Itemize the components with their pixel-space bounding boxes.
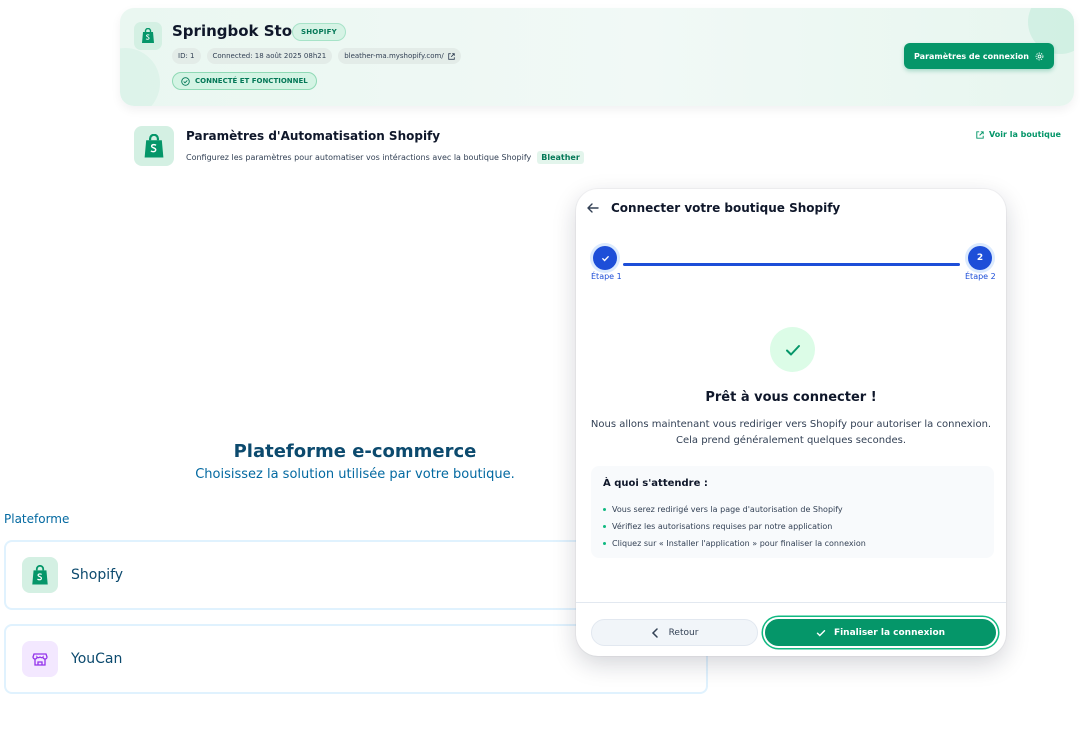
ready-title: Prêt à vous connecter ! <box>705 390 877 405</box>
check-icon <box>816 629 826 636</box>
storefront-icon <box>22 641 58 677</box>
shopify-bag-icon <box>134 22 162 50</box>
finish-connection-label: Finaliser la connexion <box>833 627 946 638</box>
list-item-text: Cliquez sur « Installer l'application » … <box>612 539 866 548</box>
view-shop-link[interactable]: Voir la boutique <box>976 130 1061 139</box>
page-subtitle: Configurez les paramètres pour automatis… <box>186 151 584 164</box>
back-button[interactable]: Retour <box>591 619 758 646</box>
list-item: Vérifiez les autorisations requises par … <box>603 518 866 535</box>
list-item: Vous serez redirigé vers la page d'autor… <box>603 501 866 518</box>
platform-field-label: Plateforme <box>4 512 70 526</box>
stepper-progress <box>623 263 960 266</box>
gear-icon <box>1035 52 1044 60</box>
decorative-circle <box>120 48 160 106</box>
modal-footer-divider <box>576 602 1006 603</box>
arrow-left-icon[interactable] <box>586 201 600 215</box>
page-subtitle-text: Configurez les paramètres pour automatis… <box>186 153 532 162</box>
external-link-icon <box>447 52 455 60</box>
shopify-bag-icon <box>22 557 58 593</box>
expectations-box: À quoi s'attendre : Vous serez redirigé … <box>591 466 994 558</box>
page-title: Paramètres d'Automatisation Shopify <box>186 129 441 143</box>
check-circle-icon <box>181 76 190 86</box>
ready-description-line: Cela prend généralement quelques seconde… <box>675 435 906 446</box>
finish-connection-button[interactable]: Finaliser la connexion <box>765 619 996 646</box>
platform-option-label: Shopify <box>71 567 124 583</box>
bullet-icon <box>603 542 606 545</box>
brand-badge: Bleather <box>537 151 584 164</box>
connection-settings-button[interactable]: Paramètres de connexion <box>904 43 1054 69</box>
step-1-label: Étape 1 <box>591 272 622 281</box>
chevron-left-icon <box>651 627 658 638</box>
expectations-list: Vous serez redirigé vers la page d'autor… <box>603 501 866 552</box>
check-icon <box>601 255 609 261</box>
view-shop-label: Voir la boutique <box>989 130 1061 139</box>
list-item: Cliquez sur « Installer l'application » … <box>603 535 866 552</box>
shopify-bag-icon <box>134 126 174 166</box>
status-badge: CONNECTÉ ET FONCTIONNEL <box>172 72 317 90</box>
store-card: Springbok Store SHOPIFY ID: 1 Connected:… <box>120 8 1074 106</box>
external-link-icon <box>976 130 984 139</box>
status-text: CONNECTÉ ET FONCTIONNEL <box>195 77 308 85</box>
step-1-marker <box>593 246 617 270</box>
bullet-icon <box>603 525 606 528</box>
expectations-title: À quoi s'attendre : <box>603 478 708 489</box>
step-2-marker: 2 <box>968 246 992 270</box>
platform-badge: SHOPIFY <box>292 23 346 41</box>
back-button-label: Retour <box>668 627 699 638</box>
modal-header: Connecter votre boutique Shopify <box>576 189 1006 229</box>
store-domain-link[interactable]: bleather-ma.myshopify.com/ <box>338 48 461 64</box>
ready-description-line: Nous allons maintenant vous rediriger ve… <box>590 419 992 430</box>
connect-modal: Connecter votre boutique Shopify Étape 1… <box>576 189 1006 656</box>
store-name: Springbok Store <box>172 22 310 40</box>
store-domain-text: bleather-ma.myshopify.com/ <box>344 52 444 60</box>
step-2-label: Étape 2 <box>965 272 996 281</box>
store-id-chip: ID: 1 <box>172 48 201 64</box>
store-meta: ID: 1 Connected: 18 août 2025 08h21 blea… <box>172 48 461 64</box>
connection-settings-label: Paramètres de connexion <box>914 51 1029 61</box>
modal-title: Connecter votre boutique Shopify <box>611 201 841 215</box>
ready-description: Nous allons maintenant vous rediriger ve… <box>588 417 994 449</box>
list-item-text: Vérifiez les autorisations requises par … <box>612 522 833 531</box>
bullet-icon <box>603 508 606 511</box>
platform-option-label: YouCan <box>71 651 123 667</box>
success-check-icon <box>770 327 815 372</box>
page: Springbok Store SHOPIFY ID: 1 Connected:… <box>0 0 1080 736</box>
connected-date-chip: Connected: 18 août 2025 08h21 <box>206 48 333 64</box>
list-item-text: Vous serez redirigé vers la page d'autor… <box>612 505 843 514</box>
